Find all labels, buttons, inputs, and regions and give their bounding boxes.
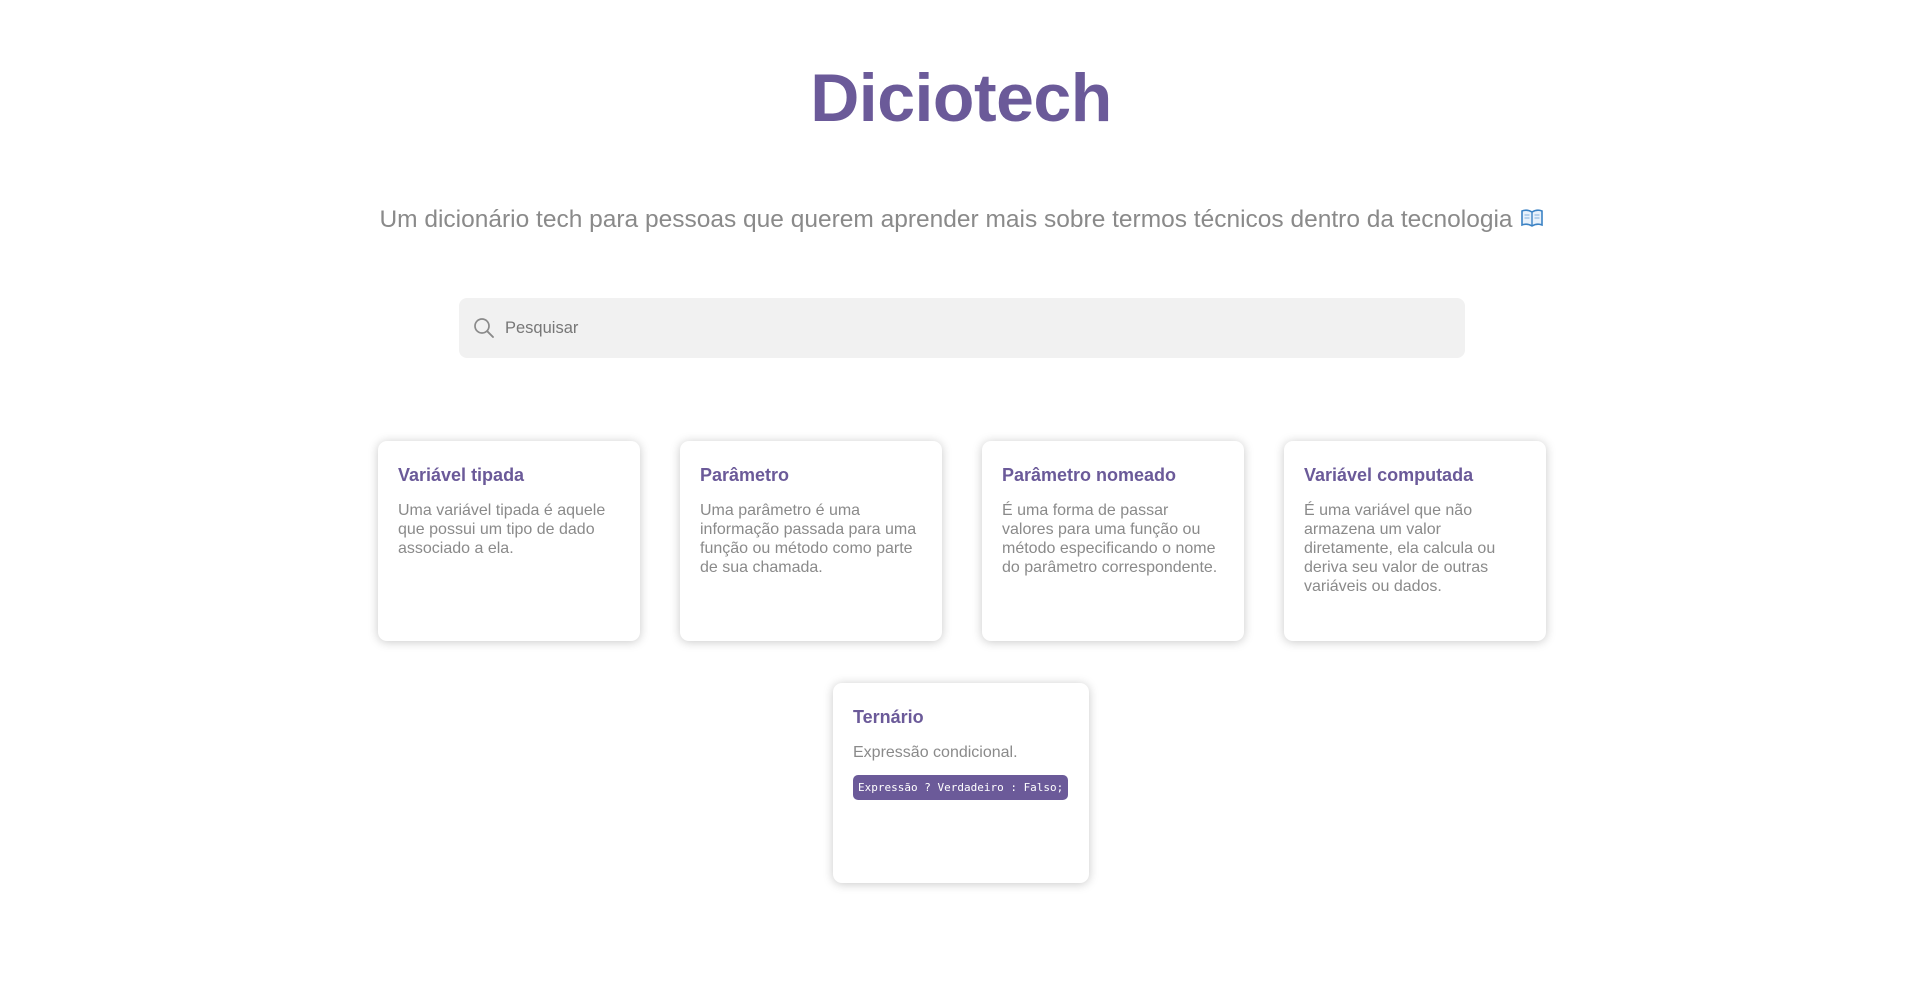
card-title: Variável computada bbox=[1304, 465, 1474, 485]
term-card-ternario[interactable]: Ternário Expressão condicional. Expressã… bbox=[833, 683, 1089, 883]
card-description: É uma variável que não armazena um valor… bbox=[1304, 502, 1496, 595]
term-card-parametro-nomeado[interactable]: Parâmetro nomeado É uma forma de passar … bbox=[982, 441, 1244, 641]
subtitle-text: Um dicionário tech para pessoas que quer… bbox=[379, 206, 1513, 233]
card-description: Uma variável tipada é aquele que possui … bbox=[398, 502, 606, 557]
term-card-variavel-computada[interactable]: Variável computada É uma variável que nã… bbox=[1284, 441, 1546, 641]
page-title: Diciotech bbox=[810, 60, 1112, 136]
card-description: Expressão condicional. bbox=[853, 744, 1018, 761]
card-title: Variável tipada bbox=[398, 465, 525, 485]
search-input[interactable] bbox=[505, 308, 1445, 348]
page: Diciotech Um dicionário tech para pessoa… bbox=[0, 0, 1911, 1002]
card-description: Uma parâmetro é uma informação passada p… bbox=[700, 502, 917, 576]
term-card-parametro[interactable]: Parâmetro Uma parâmetro é uma informação… bbox=[680, 441, 942, 641]
search-bar bbox=[459, 298, 1465, 358]
card-description: É uma forma de passar valores para uma f… bbox=[1002, 502, 1218, 576]
code-snippet: Expressão ? Verdadeiro : Falso; bbox=[853, 775, 1069, 800]
card-title: Parâmetro bbox=[700, 465, 790, 485]
open-book-icon bbox=[1520, 204, 1543, 238]
search-icon bbox=[473, 317, 495, 339]
card-title: Ternário bbox=[853, 707, 924, 727]
card-title: Parâmetro nomeado bbox=[1002, 465, 1177, 485]
term-card-variavel-tipada[interactable]: Variável tipada Uma variável tipada é aq… bbox=[378, 441, 640, 641]
page-subtitle: Um dicionário tech para pessoas que quer… bbox=[0, 203, 1911, 238]
